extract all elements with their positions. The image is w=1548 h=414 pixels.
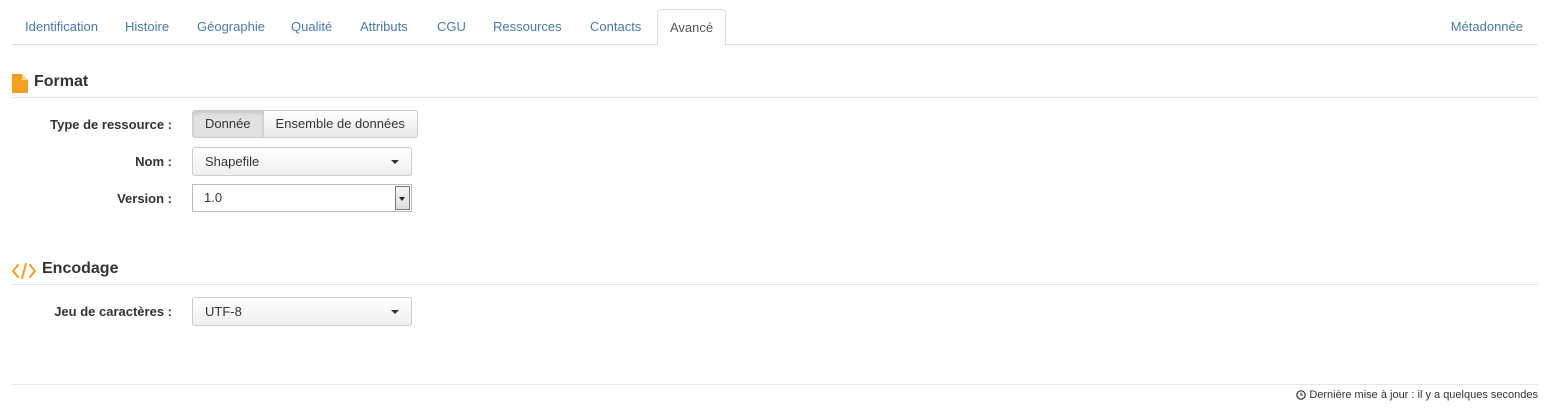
version-select-value: 1.0 [204, 190, 223, 205]
tab-histoire[interactable]: Histoire [125, 9, 169, 45]
code-icon [12, 263, 36, 279]
encoding-title: Encodage [42, 260, 119, 277]
format-title: Format [34, 73, 89, 90]
tab-bar: Identification Histoire Géographie Quali… [12, 9, 1538, 46]
name-dropdown-value: Shapefile [205, 154, 260, 169]
version-label: Version : [117, 191, 172, 206]
tab-avance[interactable]: Avancé [657, 9, 727, 46]
tab-attributs[interactable]: Attributs [360, 9, 408, 45]
version-select[interactable]: 1.0 [192, 184, 412, 212]
file-icon [12, 74, 28, 93]
tab-cgu[interactable]: CGU [437, 9, 466, 45]
charset-label: Jeu de caractères : [54, 304, 172, 319]
encoding-section-header: Encodage [12, 258, 1538, 285]
chevron-down-icon [399, 197, 405, 201]
tab-metadonnee[interactable]: Métadonnée [1451, 9, 1523, 45]
tab-geographie[interactable]: Géographie [197, 9, 265, 45]
caret-down-icon [391, 160, 399, 164]
name-dropdown[interactable]: Shapefile [192, 147, 412, 176]
last-update-text: Dernière mise à jour : il y a quelques s… [1309, 389, 1538, 401]
format-section-header: Format [12, 71, 1538, 98]
footer-divider [12, 384, 1538, 385]
resource-type-label: Type de ressource : [50, 117, 172, 132]
caret-down-icon [391, 310, 399, 314]
name-label: Nom : [135, 154, 172, 169]
last-update-status: Dernière mise à jour : il y a quelques s… [1296, 389, 1538, 401]
tab-ressources[interactable]: Ressources [493, 9, 562, 45]
tab-qualite[interactable]: Qualité [291, 9, 332, 45]
resource-type-donnee-button[interactable]: Donnée [192, 110, 264, 138]
select-arrow-button[interactable] [395, 186, 410, 210]
clock-icon [1296, 390, 1307, 400]
resource-type-toggle: Donnée Ensemble de données [192, 110, 418, 138]
charset-dropdown[interactable]: UTF-8 [192, 297, 412, 326]
charset-dropdown-value: UTF-8 [205, 304, 242, 319]
tab-identification[interactable]: Identification [25, 9, 98, 45]
resource-type-ensemble-button[interactable]: Ensemble de données [263, 110, 418, 138]
tab-contacts[interactable]: Contacts [590, 9, 641, 45]
